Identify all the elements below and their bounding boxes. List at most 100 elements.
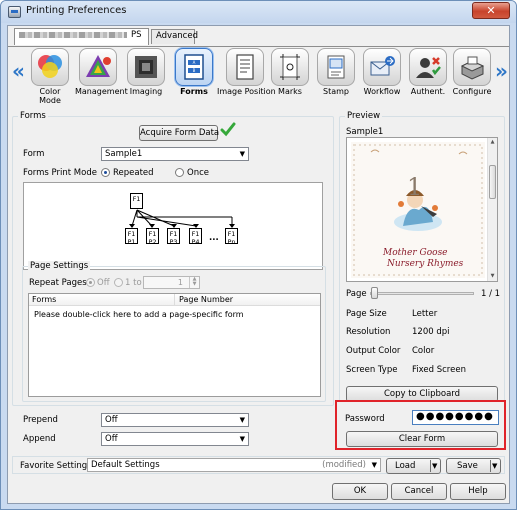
- forms-print-mode-label: Forms Print Mode: [23, 168, 97, 178]
- cancel-button[interactable]: Cancel: [391, 483, 447, 500]
- category-authentication[interactable]: Authent.: [405, 48, 451, 96]
- diagram-page-box: F1 Pn: [225, 228, 238, 246]
- chevron-down-icon: ▼: [239, 435, 245, 443]
- scroll-thumb[interactable]: [489, 165, 496, 199]
- load-button[interactable]: Load ▼: [386, 458, 441, 474]
- save-dropdown-icon[interactable]: ▼: [492, 459, 497, 473]
- preview-label: Preview: [345, 111, 383, 121]
- repeat-range-label: 1 to: [125, 278, 142, 288]
- diagram-ellipsis: ...: [209, 233, 219, 243]
- password-label: Password: [345, 414, 385, 424]
- category-imaging[interactable]: Imaging: [123, 48, 169, 96]
- ok-button[interactable]: OK: [332, 483, 388, 500]
- preview-card-number: 1: [407, 173, 423, 201]
- stamp-icon: [317, 48, 355, 86]
- category-workflow[interactable]: Workflow: [359, 48, 405, 96]
- prepend-label: Prepend: [23, 415, 58, 425]
- prepend-select[interactable]: Off ▼: [101, 413, 249, 427]
- column-forms[interactable]: Forms: [32, 295, 56, 304]
- redacted-printer-name: [19, 31, 127, 38]
- category-marks[interactable]: Marks: [267, 48, 313, 96]
- help-button[interactable]: Help: [450, 483, 506, 500]
- category-forms[interactable]: AB Forms: [171, 48, 217, 96]
- chevron-down-icon: ▼: [239, 416, 245, 424]
- printer-app-icon: [8, 6, 21, 18]
- save-button-label: Save: [457, 461, 478, 471]
- form-select[interactable]: Sample1 ▼: [101, 147, 249, 161]
- form-label: Form: [23, 149, 45, 159]
- resolution-value: 1200 dpi: [412, 327, 450, 337]
- preview-scrollbar[interactable]: ▲ ▼: [487, 138, 497, 281]
- tab-divider: [8, 46, 509, 47]
- page-slider-thumb[interactable]: [371, 287, 378, 299]
- scroll-up-icon[interactable]: ▲: [489, 139, 496, 146]
- repeated-radio[interactable]: [101, 168, 110, 177]
- screen-type-label: Screen Type: [346, 365, 398, 375]
- category-image-position[interactable]: Image Position: [217, 48, 276, 96]
- print-mode-diagram: F1 F1 P1 F1 P2 F1 P3 F1 P4 ... F1 Pn: [23, 182, 323, 270]
- prepend-value: Off: [105, 415, 118, 425]
- stepper-value: 1: [177, 278, 183, 287]
- category-label: Configure: [452, 87, 492, 96]
- repeat-off-radio[interactable]: [86, 278, 95, 287]
- diagram-page-box: F1 P1: [125, 228, 138, 246]
- scroll-right-icon[interactable]: »: [495, 61, 508, 81]
- diagram-form-box: F1: [130, 193, 143, 209]
- marks-icon: [271, 48, 309, 86]
- stepper-arrows-icon[interactable]: ▲ ▼: [189, 277, 199, 288]
- once-radio-label: Once: [187, 168, 209, 178]
- repeat-pages-label: Repeat Pages: [29, 278, 87, 288]
- category-management[interactable]: Management: [75, 48, 128, 96]
- category-label: Management: [75, 87, 128, 96]
- output-color-label: Output Color: [346, 346, 401, 356]
- diagram-page-box: F1 P4: [189, 228, 202, 246]
- tab-printer-label: PS: [131, 30, 142, 40]
- forms-icon: AB: [175, 48, 213, 86]
- category-label: Workflow: [363, 87, 401, 96]
- page-size-label: Page Size: [346, 309, 387, 319]
- category-configure[interactable]: Configure: [449, 48, 495, 96]
- workflow-icon: [363, 48, 401, 86]
- repeated-radio-label: Repeated: [113, 168, 154, 178]
- repeat-page-stepper[interactable]: 1 ▲ ▼: [143, 276, 200, 289]
- document-icon: [226, 48, 264, 86]
- forms-group-label: Forms: [18, 111, 48, 121]
- scroll-down-icon[interactable]: ▼: [489, 273, 496, 280]
- acquire-form-data-button[interactable]: Acquire Form Data: [139, 125, 219, 141]
- category-label: Color Mode: [39, 87, 61, 105]
- dialog-client: PS Advanced « Color Mode Management Imag…: [7, 25, 510, 504]
- list-hint-row[interactable]: Please double-click here to add a page-s…: [34, 310, 244, 319]
- append-select[interactable]: Off ▼: [101, 432, 249, 446]
- append-label: Append: [23, 434, 56, 444]
- page-forms-list[interactable]: Forms Page Number Please double-click he…: [28, 293, 321, 397]
- modified-indicator: (modified): [322, 460, 366, 470]
- printer-icon: [453, 48, 491, 86]
- category-label: Forms: [180, 87, 208, 96]
- category-label: Marks: [278, 87, 302, 96]
- tab-printer[interactable]: PS: [14, 28, 149, 45]
- chevron-down-icon: ▼: [371, 461, 377, 469]
- imaging-icon: [127, 48, 165, 86]
- password-field[interactable]: ●●●●●●●●: [412, 410, 499, 425]
- split-divider: [490, 460, 491, 472]
- output-color-value: Color: [412, 346, 435, 356]
- repeat-range-radio[interactable]: [114, 278, 123, 287]
- palette-icon: [79, 48, 117, 86]
- column-page-number[interactable]: Page Number: [179, 295, 233, 304]
- tab-advanced[interactable]: Advanced: [151, 29, 198, 44]
- once-radio[interactable]: [175, 168, 184, 177]
- title-bar[interactable]: Printing Preferences ✕: [1, 1, 516, 23]
- category-stamp[interactable]: Stamp: [313, 48, 359, 96]
- clear-form-button[interactable]: Clear Form: [346, 431, 498, 447]
- preview-card-title-2: Nursery Rhymes: [387, 259, 464, 269]
- load-dropdown-icon[interactable]: ▼: [432, 459, 437, 473]
- page-slider[interactable]: [370, 292, 474, 295]
- window-title: Printing Preferences: [26, 5, 127, 16]
- favorite-setting-select[interactable]: Default Settings (modified) ▼: [87, 458, 381, 472]
- category-color-mode[interactable]: Color Mode: [27, 48, 73, 105]
- close-button[interactable]: ✕: [472, 2, 510, 19]
- category-bar: « Color Mode Management Imaging A B Form…: [8, 48, 509, 105]
- diagram-arrows: [129, 209, 235, 228]
- scroll-left-icon[interactable]: «: [12, 61, 25, 81]
- save-button[interactable]: Save ▼: [446, 458, 501, 474]
